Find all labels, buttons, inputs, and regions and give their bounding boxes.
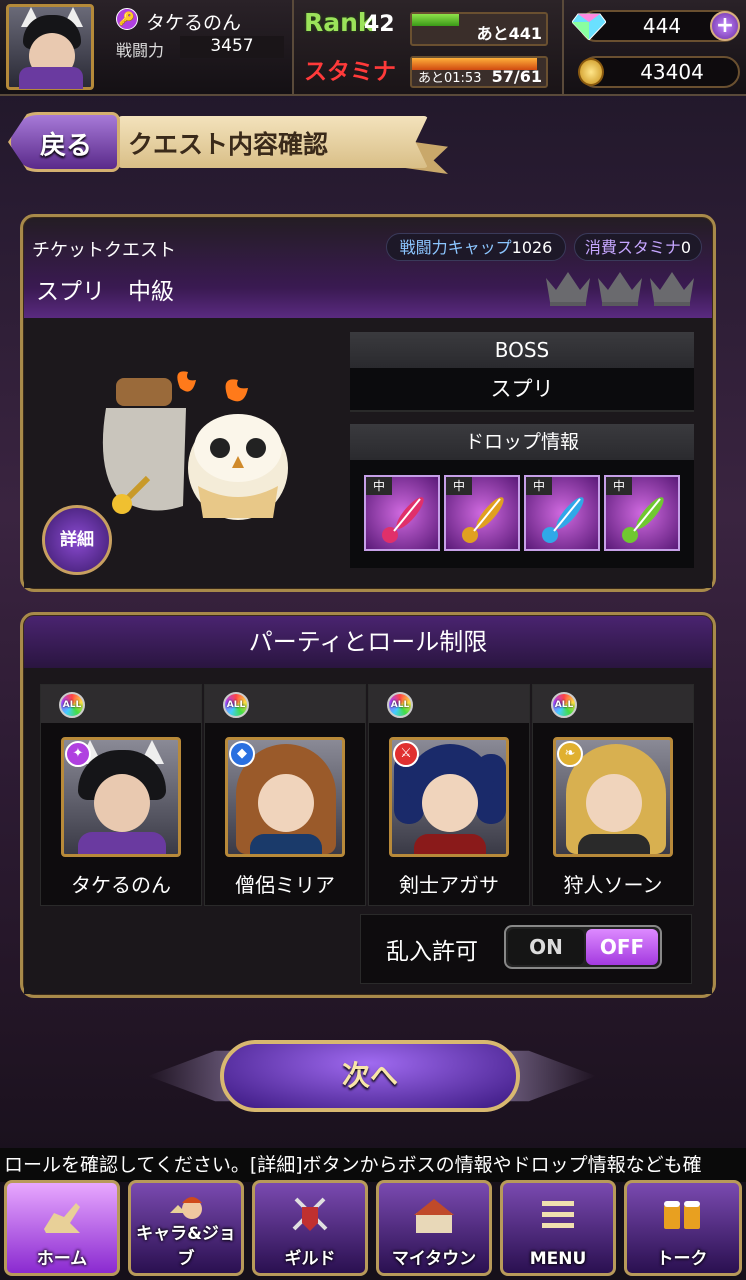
gem-icon	[572, 13, 606, 40]
rank-value: 42	[364, 12, 395, 37]
intrusion-label: 乱入許可	[386, 939, 478, 965]
party-header: パーティとロール制限	[24, 616, 712, 668]
boss-header: BOSS	[350, 332, 694, 368]
player-name: タケるのん	[146, 12, 242, 34]
town-icon	[414, 1199, 454, 1233]
character-face	[422, 774, 478, 832]
slot-header: ALL	[369, 685, 529, 723]
drop-item[interactable]: 中	[604, 475, 680, 551]
character-name: 剣士アガサ	[399, 873, 499, 897]
quest-type: チケットクエスト	[32, 240, 176, 261]
character-name: タケるのん	[71, 873, 171, 897]
stamina-bar: あと01:53 57/61	[410, 56, 548, 88]
nav-label: キャラ&ジョブ	[136, 1224, 236, 1269]
home-rider-icon	[44, 1203, 80, 1233]
character-outfit	[414, 834, 486, 854]
character-outfit	[578, 834, 650, 854]
power-cap-value: 1026	[511, 238, 553, 257]
nav-home[interactable]: ホーム	[4, 1180, 120, 1276]
player-avatar[interactable]	[6, 4, 94, 90]
nav-label: トーク	[656, 1249, 708, 1269]
character-face	[586, 774, 642, 832]
character-name: 僧侶ミリア	[235, 873, 335, 897]
all-role-icon: ALL	[223, 692, 249, 718]
stamina-cost-value: 0	[680, 238, 692, 257]
drop-item[interactable]: 中	[444, 475, 520, 551]
exp-remaining: あと441	[476, 24, 542, 43]
nav-label: MENU	[529, 1249, 587, 1269]
nav-menu[interactable]: MENU	[500, 1180, 616, 1276]
all-role-icon: ALL	[551, 692, 577, 718]
slot-header: ALL	[205, 685, 365, 723]
slot-header: ALL	[533, 685, 693, 723]
power-cap-label: 戦闘力キャップ	[399, 238, 512, 257]
stamina-recover-time: あと01:53	[418, 71, 482, 86]
power-cap-badge: 戦闘力キャップ1026	[386, 233, 566, 261]
quest-name: スプリ 中級	[36, 279, 174, 305]
buy-gems-button[interactable]: +	[710, 11, 740, 41]
wing-icon: ❧	[557, 741, 583, 767]
gold-count: 43404	[640, 60, 704, 84]
news-ticker: ロールを確認してください。[詳細]ボタンからボスの情報やドロップ情報なども確	[0, 1148, 746, 1182]
nav-character[interactable]: キャラ&ジョブ	[128, 1180, 244, 1276]
character-name: 狩人ソーン	[563, 873, 663, 897]
toggle-on[interactable]: ON	[508, 929, 584, 965]
shield-icon: ◆	[229, 741, 255, 767]
all-role-icon: ALL	[59, 692, 85, 718]
quill-icon	[542, 497, 584, 543]
crown-icon	[650, 272, 694, 306]
back-button-label: 戻る	[40, 131, 93, 161]
stamina-cost-badge: 消費スタミナ0	[574, 233, 702, 261]
drop-header: ドロップ情報	[350, 424, 694, 460]
crown-icon	[598, 272, 642, 306]
slot-header: ALL	[41, 685, 201, 723]
guild-crossed-swords-icon	[292, 1197, 328, 1231]
boss-image[interactable]	[88, 368, 298, 538]
nav-label: ギルド	[284, 1249, 336, 1269]
all-role-icon: ALL	[387, 692, 413, 718]
next-button[interactable]: 次へ	[220, 1040, 520, 1112]
nav-talk[interactable]: トーク	[624, 1180, 742, 1276]
sword-icon: ⚔	[393, 741, 419, 767]
character-outfit	[78, 832, 166, 854]
gem-count: 444	[642, 14, 682, 38]
party-slot[interactable]: ALL ⚔ 剣士アガサ	[368, 684, 530, 906]
exp-bar: あと441	[410, 12, 548, 46]
character-face	[258, 774, 314, 832]
menu-icon	[542, 1201, 574, 1228]
character-outfit	[250, 834, 322, 854]
stamina-label: スタミナ	[304, 59, 396, 85]
party-slot[interactable]: ALL ✦ タケるのん	[40, 684, 202, 906]
staff-icon: 🔑	[116, 8, 138, 30]
quill-icon	[462, 497, 504, 543]
intrusion-toggle[interactable]: ON OFF	[504, 925, 662, 969]
power-value: 3457	[180, 36, 284, 58]
stamina-cost-label: 消費スタミナ	[584, 238, 681, 257]
page-title: クエスト内容確認	[128, 130, 329, 159]
quill-icon	[622, 497, 664, 543]
drop-item[interactable]: 中	[364, 475, 440, 551]
crown-icon	[546, 272, 590, 306]
exp-bar-fill	[412, 14, 459, 26]
character-face	[94, 774, 150, 832]
drop-item[interactable]: 中	[524, 475, 600, 551]
staff-icon: ✦	[65, 741, 91, 767]
nav-label: ホーム	[36, 1249, 88, 1269]
nav-guild[interactable]: ギルド	[252, 1180, 368, 1276]
stamina-value: 57/61	[491, 67, 542, 86]
avatar-cloak	[19, 67, 83, 89]
boss-name: スプリ	[350, 368, 694, 412]
power-label: 戦闘力	[116, 41, 165, 60]
gold-coin-icon	[578, 58, 604, 86]
party-slot[interactable]: ALL ❧ 狩人ソーン	[532, 684, 694, 906]
quill-icon	[382, 497, 424, 543]
party-slot[interactable]: ALL ◆ 僧侶ミリア	[204, 684, 366, 906]
beer-mug-icon	[664, 1201, 700, 1229]
nav-label: マイタウン	[391, 1249, 477, 1269]
nav-town[interactable]: マイタウン	[376, 1180, 492, 1276]
boss-detail-button[interactable]: 詳細	[42, 505, 112, 575]
toggle-off[interactable]: OFF	[586, 929, 658, 965]
